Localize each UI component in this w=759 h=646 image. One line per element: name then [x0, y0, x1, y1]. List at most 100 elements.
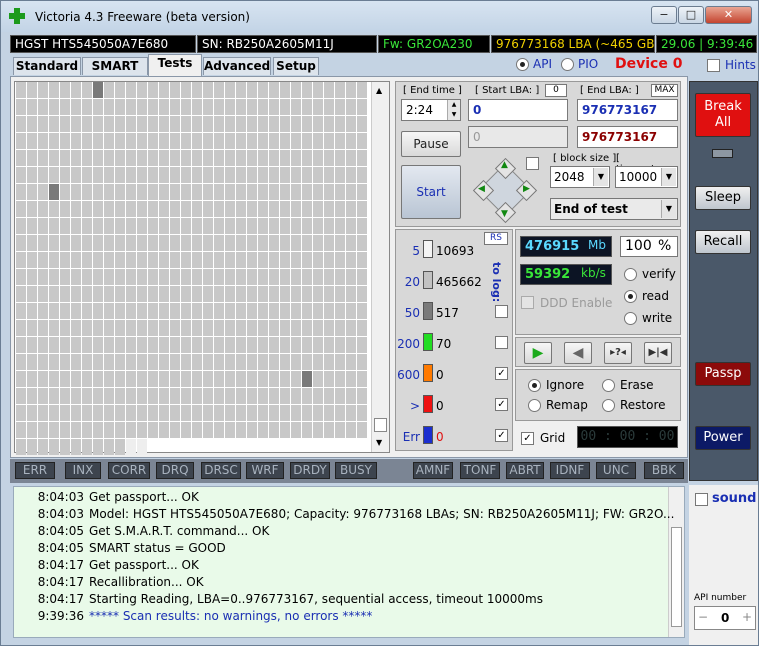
passp-button[interactable]: Passp — [695, 362, 751, 386]
close-button[interactable]: ✕ — [705, 6, 752, 24]
grid-cell — [82, 269, 92, 285]
end-action-select[interactable]: End of test ▼ — [550, 198, 678, 220]
log-checkbox[interactable] — [495, 305, 508, 318]
play-icon[interactable]: ▶ — [524, 342, 552, 364]
grid-cell — [82, 422, 92, 438]
grid-cell — [236, 286, 246, 302]
block-size-select[interactable]: 2048 ▼ — [550, 166, 610, 188]
end-time-spinner-icon[interactable]: ▲ ▼ — [447, 100, 460, 120]
grid-cell — [71, 167, 81, 183]
sound-checkbox[interactable] — [695, 493, 708, 506]
grid-cell — [225, 218, 235, 234]
log-checkbox[interactable]: ✓ — [495, 398, 508, 411]
sound-label: sound — [712, 491, 757, 506]
pio-radio[interactable] — [561, 58, 574, 71]
grid-cell — [159, 167, 169, 183]
grid-cell — [302, 422, 312, 438]
grid-cell — [291, 405, 301, 421]
grid-cell — [115, 218, 125, 234]
tab-tests[interactable]: Tests — [148, 54, 202, 76]
grid-scrollbar[interactable]: ▲ ▼ — [371, 82, 389, 452]
grid-cell — [291, 252, 301, 268]
scroll-thumb[interactable] — [374, 418, 387, 432]
grid-cell — [115, 405, 125, 421]
grid-cell — [346, 320, 356, 336]
arrow-right-icon[interactable]: ▶ — [523, 184, 530, 194]
end-lba-max-button[interactable]: MAX — [651, 84, 678, 97]
verify-radio[interactable] — [624, 268, 637, 281]
grid-cell — [203, 218, 213, 234]
power-button[interactable]: Power — [695, 426, 751, 450]
log-scroll-thumb[interactable] — [671, 527, 682, 627]
grid-cell — [71, 150, 81, 166]
hints-checkbox[interactable] — [707, 59, 720, 72]
arrow-left-icon[interactable]: ◀ — [478, 184, 485, 194]
grid-cell — [170, 133, 180, 149]
recall-button[interactable]: Recall — [695, 230, 751, 254]
remap-radio[interactable] — [528, 399, 541, 412]
erase-radio[interactable] — [602, 379, 615, 392]
end-lba-input[interactable]: 976773167 — [577, 99, 678, 121]
grid-cell — [346, 286, 356, 302]
write-radio[interactable] — [624, 312, 637, 325]
ddd-checkbox[interactable] — [521, 296, 534, 309]
grid-cell — [302, 303, 312, 319]
query-step-icon[interactable]: ▸?◂ — [604, 342, 632, 364]
timeout-select[interactable]: 10000 ▼ — [615, 166, 678, 188]
rs-button[interactable]: RS — [484, 232, 508, 245]
grid-cell — [357, 320, 367, 336]
grid-cell — [335, 201, 345, 217]
restore-radio[interactable] — [602, 399, 615, 412]
plus-icon[interactable]: + — [742, 610, 752, 624]
grid-cell — [214, 303, 224, 319]
skip-end-icon[interactable]: ▶|◀ — [644, 342, 672, 364]
scroll-down-icon[interactable]: ▼ — [376, 438, 382, 447]
grid-cell — [170, 235, 180, 251]
api-number-stepper[interactable]: − 0 + — [694, 606, 756, 630]
grid-cell — [302, 320, 312, 336]
grid-cell — [170, 303, 180, 319]
break-all-button[interactable]: Break All — [695, 93, 751, 137]
tab-setup[interactable]: Setup — [273, 57, 319, 75]
minimize-button[interactable]: − — [651, 6, 677, 24]
start-lba-zero-button[interactable]: 0 — [545, 84, 567, 97]
minus-icon[interactable]: − — [698, 610, 708, 624]
tab-advanced[interactable]: Advanced — [203, 57, 271, 75]
scroll-up-icon[interactable]: ▲ — [376, 86, 382, 95]
maximize-button[interactable]: □ — [678, 6, 704, 24]
tab-standard[interactable]: Standard — [13, 57, 81, 75]
ignore-radio[interactable] — [528, 379, 541, 392]
grid-cell — [324, 269, 334, 285]
sleep-button[interactable]: Sleep — [695, 186, 751, 210]
arrow-up-icon[interactable]: ▲ — [501, 160, 508, 170]
grid-cell — [104, 116, 114, 132]
tab-smart[interactable]: SMART — [82, 57, 148, 75]
grid-cell — [192, 320, 202, 336]
grid-cell — [181, 235, 191, 251]
start-lba-input[interactable]: 0 — [468, 99, 568, 121]
log-checkbox[interactable] — [495, 336, 508, 349]
log-checkbox[interactable]: ✓ — [495, 367, 508, 380]
rewind-icon[interactable]: ◀ — [564, 342, 592, 364]
log-checkbox[interactable]: ✓ — [495, 429, 508, 442]
arrow-down-icon[interactable]: ▼ — [501, 209, 508, 219]
grid-cell — [346, 388, 356, 404]
grid-cell — [192, 286, 202, 302]
counter-label: Err — [402, 430, 420, 444]
pause-button[interactable]: Pause — [401, 131, 461, 157]
grid-cell — [148, 133, 158, 149]
log-row: 8:04:17 Recallibration... OK — [14, 574, 664, 591]
start-button[interactable]: Start — [401, 165, 461, 219]
counter-swatch — [423, 240, 433, 258]
api-radio[interactable] — [516, 58, 529, 71]
grid-cell — [71, 269, 81, 285]
grid-cell — [280, 235, 290, 251]
grid-cell — [214, 320, 224, 336]
grid-cell — [82, 354, 92, 370]
grid-cell — [93, 133, 103, 149]
device-label[interactable]: Device 0 — [615, 56, 682, 72]
grid-cell — [192, 303, 202, 319]
read-radio[interactable] — [624, 290, 637, 303]
pad-checkbox[interactable] — [526, 157, 539, 170]
grid-checkbox[interactable]: ✓ — [521, 432, 534, 445]
